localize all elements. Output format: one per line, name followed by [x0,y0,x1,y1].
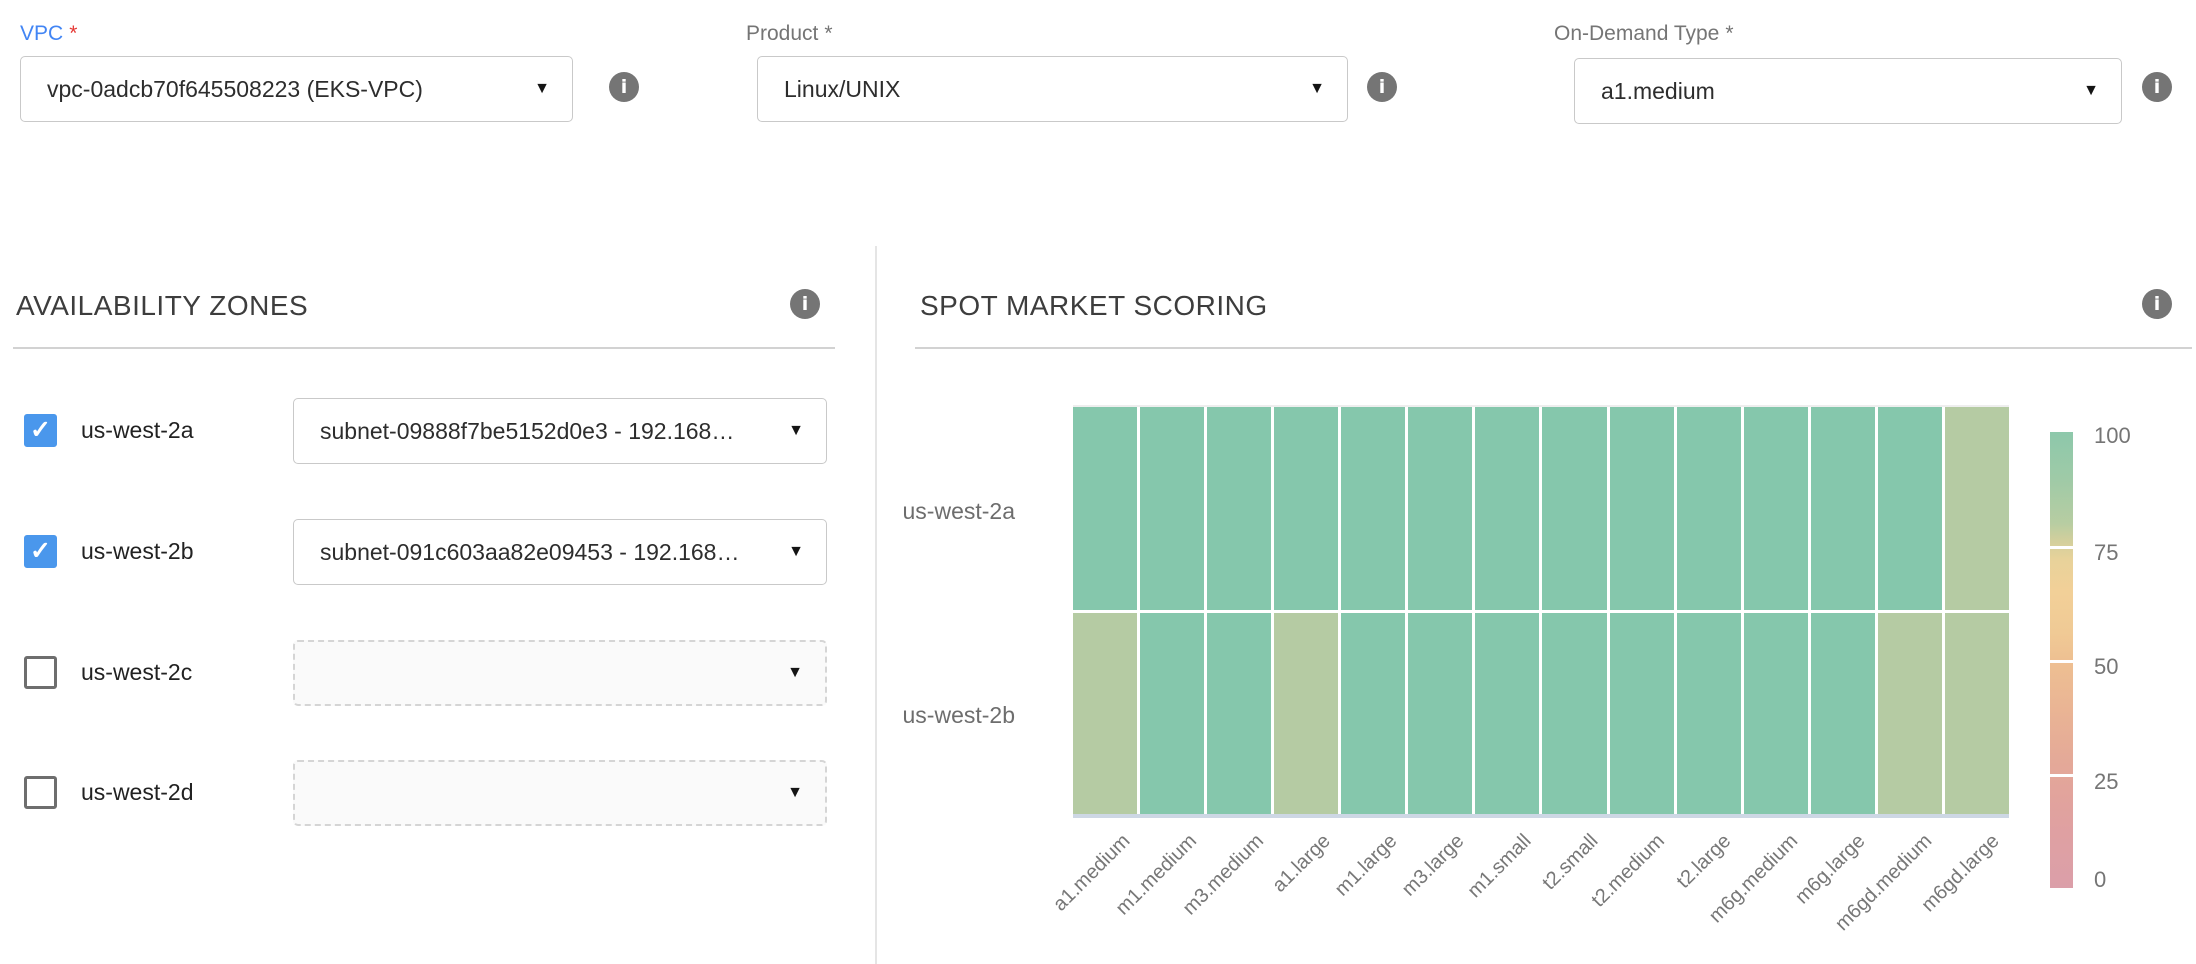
colorbar-label-0: 0 [2094,867,2106,893]
x-axis-label-a1.large: a1.large [1268,830,1335,897]
heatmap-cell-us-west-2b-m1.large [1341,613,1405,816]
chevron-down-icon: ▼ [788,543,804,561]
y-axis-label-us-west-2a: us-west-2a [860,498,1015,525]
az-zone-label: us-west-2d [81,779,193,806]
subnet-value: subnet-09888f7be5152d0e3 - 192.168… [294,418,734,445]
colorbar-tick [2050,546,2073,549]
heatmap-cell-us-west-2a-t2.medium [1610,407,1674,610]
colorbar-label-50: 50 [2094,654,2118,680]
heatmap-cell-us-west-2b-m1.small [1475,613,1539,816]
on-demand-type-select-value: a1.medium [1575,78,1715,105]
az-row-us-west-2a: ✓ us-west-2a subnet-09888f7be5152d0e3 - … [0,398,875,465]
heatmap-cell-us-west-2a-m6g.medium [1744,407,1808,610]
chevron-down-icon: ▼ [788,422,804,440]
heatmap-cell-us-west-2a-a1.medium [1073,407,1137,610]
heatmap-cell-us-west-2a-m6gd.medium [1878,407,1942,610]
page: VPC * vpc-0adcb70f645508223 (EKS-VPC) ▼ i… [0,0,2196,964]
colorbar-tick [2050,660,2073,663]
heatmap-cell-us-west-2b-t2.small [1542,613,1606,816]
subnet-value: subnet-091c603aa82e09453 - 192.168… [294,539,739,566]
heatmap-cell-us-west-2b-m6gd.large [1945,613,2009,816]
az-checkbox-us-west-2b[interactable]: ✓ [24,535,57,568]
product-select[interactable]: Linux/UNIX ▼ [757,56,1348,122]
heatmap-cell-us-west-2b-m6g.medium [1744,613,1808,816]
heatmap-cell-us-west-2b-m3.large [1408,613,1472,816]
heatmap-cell-us-west-2a-m6g.large [1811,407,1875,610]
az-zone-label: us-west-2b [81,538,193,565]
spot-market-scoring-divider [915,347,2192,349]
heatmap-cell-us-west-2b-m6g.large [1811,613,1875,816]
heatmap-cell-us-west-2b-m6gd.medium [1878,613,1942,816]
az-checkbox-us-west-2d[interactable]: ✓ [24,776,57,809]
heatmap-cell-us-west-2b-a1.medium [1073,613,1137,816]
availability-zones-divider [13,347,835,349]
x-axis-label-t2.small: t2.small [1538,830,1603,895]
az-row-us-west-2d: ✓ us-west-2d ▼ [0,760,875,827]
az-row-us-west-2b: ✓ us-west-2b subnet-091c603aa82e09453 - … [0,519,875,586]
spot-market-scoring-info-icon[interactable]: i [2142,289,2172,319]
chevron-down-icon: ▼ [787,784,803,802]
az-subnet-select-us-west-2d[interactable]: ▼ [293,760,827,826]
heatmap-cell-us-west-2b-m1.medium [1140,613,1204,816]
heatmap-cell-us-west-2a-t2.large [1677,407,1741,610]
heatmap-cell-us-west-2a-m3.medium [1207,407,1271,610]
on-demand-type-label-text: On-Demand Type [1554,22,1719,45]
az-subnet-select-us-west-2a[interactable]: subnet-09888f7be5152d0e3 - 192.168… ▼ [293,398,827,464]
colorbar-label-75: 75 [2094,540,2118,566]
on-demand-type-label: On-Demand Type * [1554,22,1734,46]
heatmap-cell-us-west-2b-m3.medium [1207,613,1271,816]
vpc-select[interactable]: vpc-0adcb70f645508223 (EKS-VPC) ▼ [20,56,573,122]
az-checkbox-us-west-2a[interactable]: ✓ [24,414,57,447]
on-demand-type-info-icon[interactable]: i [2142,72,2172,102]
heatmap-cell-us-west-2a-a1.large [1274,407,1338,610]
colorbar-tick [2050,774,2073,777]
heatmap-cell-us-west-2a-m3.large [1408,407,1472,610]
product-label-text: Product [746,22,818,45]
heatmap-cell-us-west-2b-t2.large [1677,613,1741,816]
heatmap-cell-us-west-2a-m1.small [1475,407,1539,610]
vpc-select-value: vpc-0adcb70f645508223 (EKS-VPC) [21,76,423,103]
product-info-icon[interactable]: i [1367,72,1397,102]
heatmap-cell-us-west-2a-m1.medium [1140,407,1204,610]
colorbar-label-25: 25 [2094,769,2118,795]
availability-zones-title: AVAILABILITY ZONES [16,290,308,322]
checkmark-icon: ✓ [30,536,51,566]
vpc-label: VPC * [20,22,77,46]
chevron-down-icon: ▼ [2083,82,2099,100]
az-subnet-select-us-west-2c[interactable]: ▼ [293,640,827,706]
x-axis-label-m3.large: m3.large [1398,830,1469,901]
az-row-us-west-2c: ✓ us-west-2c ▼ [0,640,875,707]
required-asterisk: * [824,22,832,45]
x-axis-label-t2.large: t2.large [1673,830,1736,893]
heatmap [1073,407,2009,816]
availability-zones-info-icon[interactable]: i [790,289,820,319]
heatmap-cell-us-west-2b-a1.large [1274,613,1338,816]
vpc-label-text: VPC [20,22,63,45]
heatmap-cell-us-west-2a-m6gd.large [1945,407,2009,610]
x-axis-label-m1.large: m1.large [1331,830,1402,901]
heatmap-cell-us-west-2a-m1.large [1341,407,1405,610]
product-label: Product * [746,22,833,46]
heatmap-cell-us-west-2b-t2.medium [1610,613,1674,816]
az-checkbox-us-west-2c[interactable]: ✓ [24,656,57,689]
heatmap-axis-line [1073,814,2009,818]
az-subnet-select-us-west-2b[interactable]: subnet-091c603aa82e09453 - 192.168… ▼ [293,519,827,585]
az-zone-label: us-west-2c [81,659,192,686]
y-axis-label-us-west-2b: us-west-2b [860,702,1015,729]
product-select-value: Linux/UNIX [758,76,900,103]
az-zone-label: us-west-2a [81,417,193,444]
heatmap-cell-us-west-2a-t2.small [1542,407,1606,610]
colorbar-label-100: 100 [2094,423,2131,449]
on-demand-type-select[interactable]: a1.medium ▼ [1574,58,2122,124]
spot-market-scoring-title: SPOT MARKET SCORING [920,290,1268,322]
required-asterisk: * [1725,22,1733,45]
section-vertical-divider [875,246,877,964]
vpc-info-icon[interactable]: i [609,72,639,102]
required-asterisk: * [69,22,77,45]
checkmark-icon: ✓ [30,415,51,445]
chevron-down-icon: ▼ [1309,80,1325,98]
chevron-down-icon: ▼ [787,664,803,682]
x-axis-label-m1.small: m1.small [1463,830,1536,903]
chevron-down-icon: ▼ [534,80,550,98]
